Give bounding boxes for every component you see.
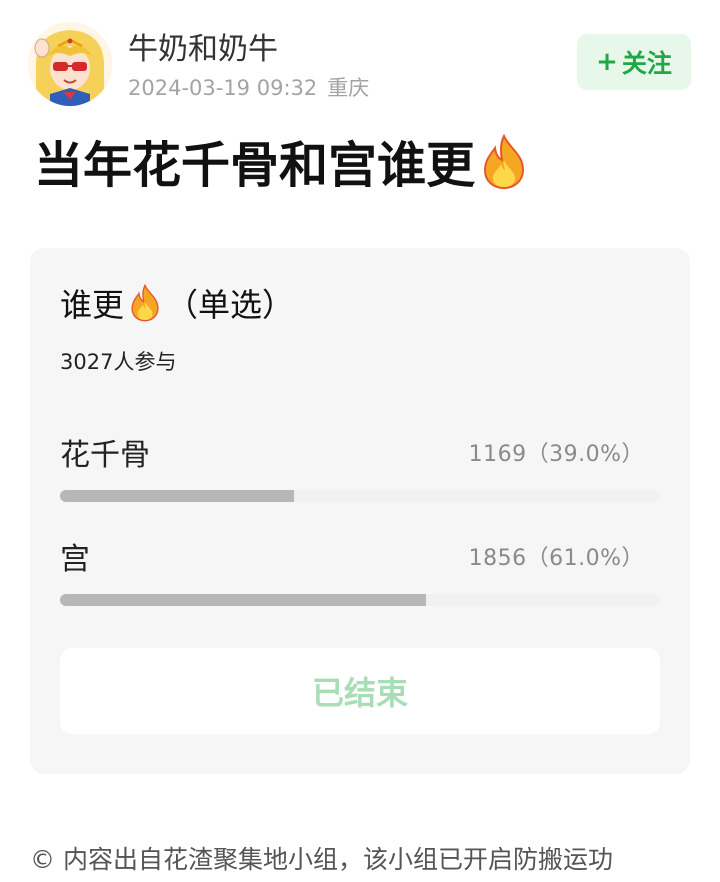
copyright-icon: © (30, 845, 55, 874)
poll-card: 谁更 （单选） 3027人参与 花千骨 1169（39.0%） 宫 1856（6… (30, 248, 690, 774)
poll-option-count: 1856 (468, 546, 527, 571)
poll-option-bar-fill (60, 490, 294, 502)
author-name[interactable]: 牛奶和奶牛 (128, 24, 278, 68)
author-avatar[interactable] (28, 22, 112, 106)
poll-option-stat: 1856（61.0%） (469, 540, 644, 572)
poll-option-percent: （39.0%） (526, 442, 644, 467)
poll-type-label: （单选） (166, 286, 295, 324)
poll-option-count: 1169 (468, 442, 527, 467)
poll-option-bar (60, 594, 660, 606)
poll-option-stat: 1169（39.0%） (469, 436, 644, 468)
footer-notice: © 内容出自花渣聚集地小组，该小组已开启防搬运功 (30, 840, 613, 876)
poll-option-label[interactable]: 花千骨 (60, 430, 150, 474)
poll-question-text: 谁更 (60, 286, 125, 324)
follow-button[interactable]: + 关注 (577, 34, 691, 90)
post-date: 2024-03-19 09:32 (128, 76, 318, 100)
poll-option-label[interactable]: 宫 (60, 534, 90, 578)
post-title-text: 当年花千骨和宫谁更 (34, 137, 476, 194)
fire-icon (484, 133, 525, 189)
poll-option-bar-fill (60, 594, 426, 606)
post-location: 重庆 (327, 76, 370, 100)
poll-participants: 3027人参与 (60, 350, 177, 374)
post-title: 当年花千骨和宫谁更 (34, 126, 529, 197)
fire-icon (131, 284, 159, 322)
post-page: 牛奶和奶牛 2024-03-19 09:32 重庆 + 关注 当年花千骨和宫谁更 … (0, 0, 720, 882)
poll-question: 谁更 （单选） (60, 280, 294, 326)
plus-icon: + (596, 47, 618, 77)
post-meta: 2024-03-19 09:32 重庆 (128, 72, 369, 102)
poll-option-bar (60, 490, 660, 502)
poll-option-percent: （61.0%） (526, 546, 644, 571)
follow-button-label: 关注 (621, 49, 672, 78)
poll-ended-button[interactable]: 已结束 (60, 648, 660, 734)
sailor-avatar-icon (28, 22, 112, 106)
footer-notice-text: 内容出自花渣聚集地小组，该小组已开启防搬运功 (62, 845, 613, 874)
